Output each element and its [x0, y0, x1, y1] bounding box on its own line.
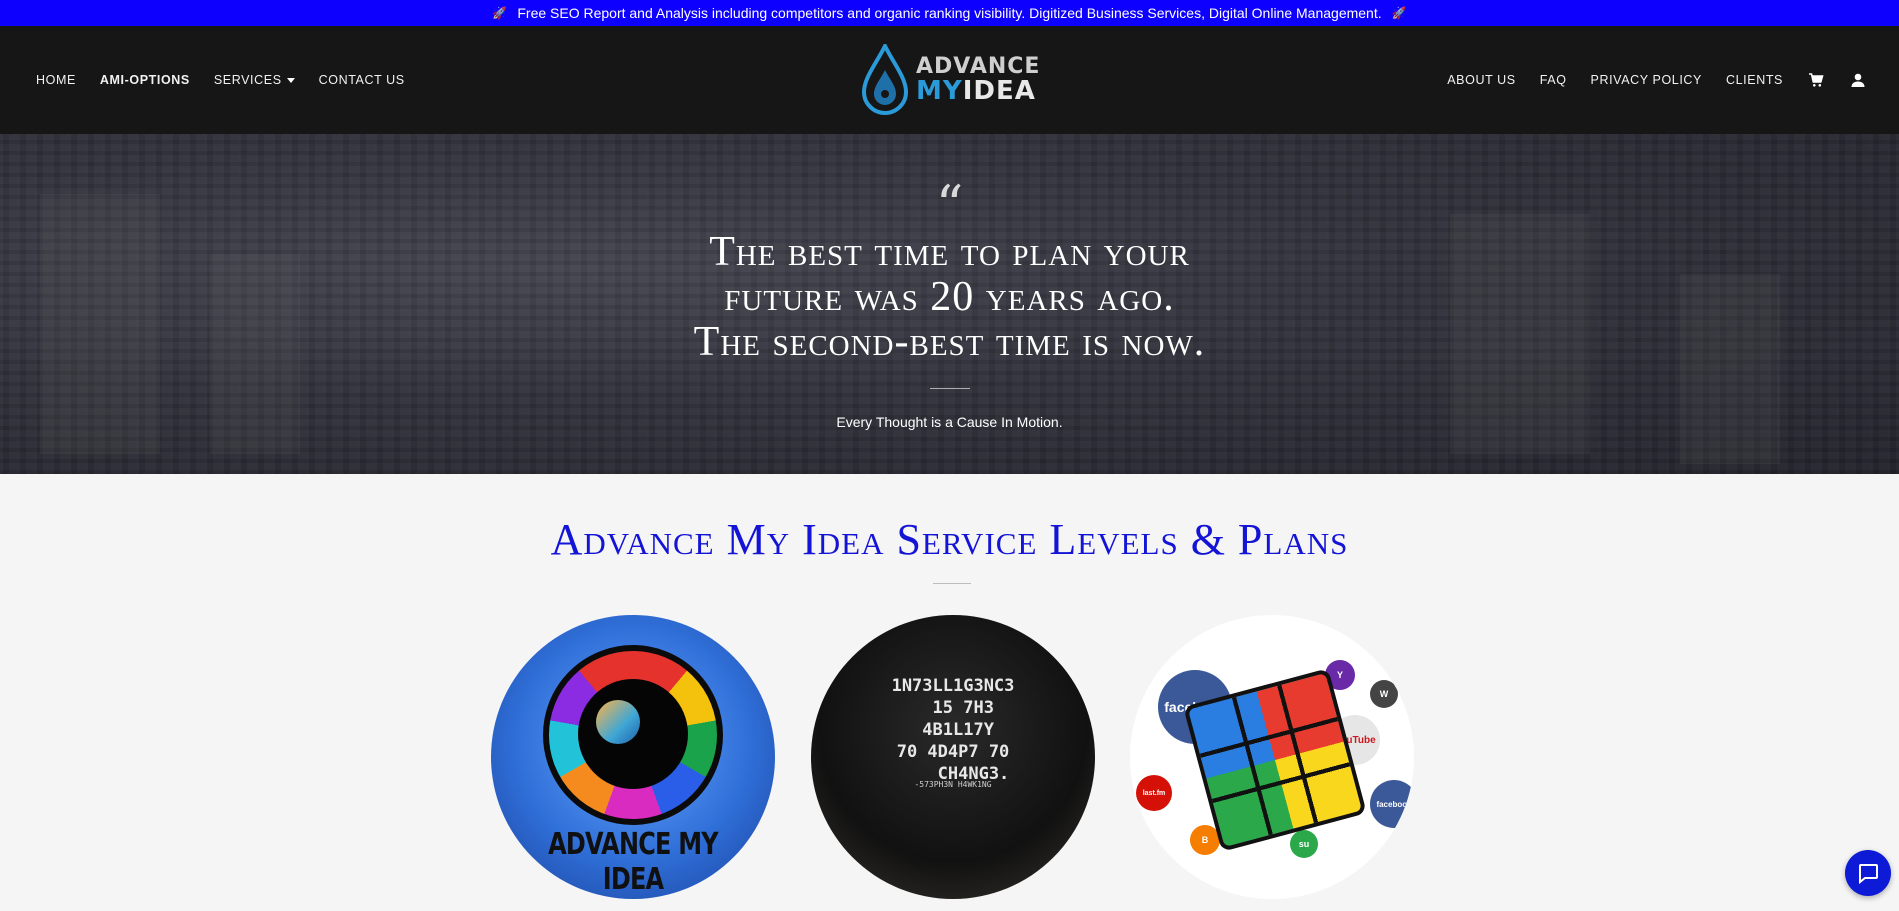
rocket-icon: 🚀 [492, 6, 508, 20]
lastfm-bubble: last.fm [1136, 775, 1172, 811]
nav-services[interactable]: SERVICES [214, 73, 295, 87]
plan-image-advance-my-idea[interactable]: ADVANCE MY IDEA [491, 615, 775, 899]
hero-divider [930, 388, 970, 389]
plans-title: Advance My Idea Service Levels & Plans [550, 515, 1349, 564]
site-header: HOME AMI-OPTIONS SERVICES CONTACT US ADV… [0, 26, 1899, 134]
globe-graphic [596, 700, 640, 744]
drop-logo-icon [861, 44, 909, 115]
wordpress-icon: W [1370, 680, 1398, 708]
cart-icon[interactable] [1807, 71, 1825, 89]
logo-my: MY [916, 76, 963, 106]
hero-quote-line: The second-best time is now. [693, 319, 1206, 365]
nav-right: ABOUT US FAQ PRIVACY POLICY CLIENTS [1447, 26, 1867, 134]
plan-image-caption: ADVANCE MY IDEA [548, 827, 719, 897]
logo-top: ADVANCE [916, 54, 1041, 79]
hero-tagline: Every Thought is a Cause In Motion. [836, 414, 1063, 430]
caret-down-icon [286, 78, 295, 84]
hero-quote: The best time to plan your future was 20… [0, 230, 1899, 365]
quote-mark: “ [935, 174, 964, 237]
plan-image-intelligence-shirt[interactable]: 1N73LL1G3NC3 15 7H3 4B1L17Y 70 4D4P7 70 … [811, 615, 1095, 899]
nav-left: HOME AMI-OPTIONS SERVICES CONTACT US [36, 26, 405, 134]
hero-banner: “ The best time to plan your future was … [0, 134, 1899, 474]
plan-image-social-media-cube[interactable]: facebook YouTube facebook last.fm Y W B … [1130, 615, 1414, 899]
nav-contact-us[interactable]: CONTACT US [319, 73, 405, 87]
logo-text: ADVANCE MYIDEA [916, 54, 1041, 105]
shirt-signature: -573PH3N H4WK1NG [914, 780, 992, 789]
nav-clients[interactable]: CLIENTS [1726, 73, 1783, 87]
nav-home[interactable]: HOME [36, 73, 76, 87]
nav-faq[interactable]: FAQ [1540, 73, 1567, 87]
account-icon[interactable] [1849, 71, 1867, 89]
shirt-quote-text: 1N73LL1G3NC3 15 7H3 4B1L17Y 70 4D4P7 70 … [891, 676, 1015, 784]
logo-idea: IDEA [962, 76, 1036, 106]
facebook-bubble-small: facebook [1370, 780, 1414, 828]
nav-services-label: SERVICES [213, 73, 282, 87]
chat-button[interactable] [1845, 850, 1891, 896]
nav-ami-options[interactable]: AMI-OPTIONS [100, 73, 190, 87]
rocket-icon: 🚀 [1391, 6, 1407, 20]
logo-bottom: MYIDEA [916, 78, 1040, 104]
nav-about-us[interactable]: ABOUT US [1447, 73, 1515, 87]
chat-bubble-icon [1859, 864, 1878, 885]
hero-quote-line: future was 20 years ago. [724, 274, 1175, 320]
hero-quote-line: The best time to plan your [709, 229, 1190, 275]
plans-divider [933, 583, 971, 584]
stumbleupon-icon: su [1290, 830, 1318, 858]
site-logo[interactable]: ADVANCE MYIDEA [860, 42, 1045, 118]
announcement-bar: 🚀 Free SEO Report and Analysis including… [0, 0, 1899, 26]
nav-privacy-policy[interactable]: PRIVACY POLICY [1591, 73, 1702, 87]
announcement-text: Free SEO Report and Analysis including c… [517, 5, 1382, 21]
